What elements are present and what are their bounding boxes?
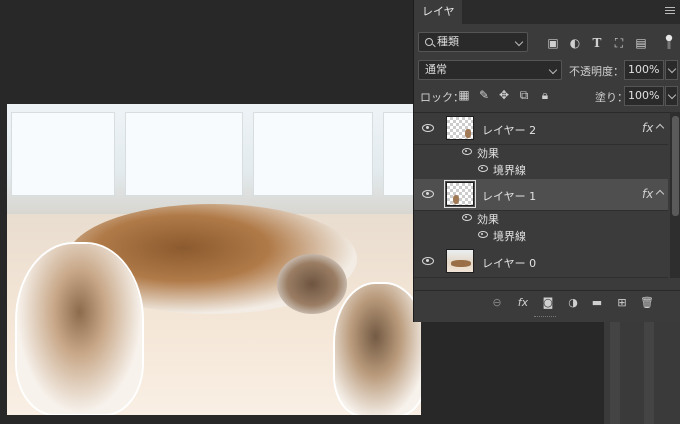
layers-scrollbar[interactable] [670, 112, 680, 278]
blend-row: 通常 不透明度： 100% [414, 60, 680, 82]
link-layers-icon[interactable]: ⊖ [490, 296, 504, 310]
layers-panel: レイヤー 種類 ▣ ◐ T ⛶ ▤ 通常 不透明度： 100% ロック： ▦ ✎… [413, 0, 680, 322]
effect-eye-icon[interactable] [478, 231, 488, 238]
visibility-eye-icon[interactable] [422, 190, 434, 198]
fill-slider-toggle[interactable] [665, 86, 678, 106]
opacity-slider-toggle[interactable] [665, 60, 678, 80]
layers-list: レイヤー 2 fx 効果 境界線 レイヤー 1 fx 効果 境界線 レイヤー 0 [414, 112, 680, 278]
layer-name[interactable]: レイヤー 1 [482, 188, 536, 204]
lock-artboard-icon[interactable]: ⧉ [517, 88, 531, 102]
filter-kind-label: 種類 [437, 35, 459, 48]
add-layer-style-icon[interactable]: fx [516, 296, 530, 310]
panel-tab-bar: レイヤー [414, 0, 680, 42]
lock-row: ロック： ▦ ✎ ✥ ⧉ 🔒︎ 塗り： 100% [414, 86, 680, 106]
collapse-chevron-icon[interactable] [655, 189, 665, 199]
image-filter-icon[interactable]: ▣ [546, 36, 560, 50]
new-adjustment-layer-icon[interactable]: ◑ [566, 296, 580, 310]
add-mask-icon[interactable]: ◙ [541, 296, 555, 310]
effects-label: 効果 [477, 147, 499, 160]
chevron-down-icon [514, 37, 524, 47]
panel-footer: ⊖ fx ◙ ◑ ▬ ⊞ 🗑︎ [414, 290, 680, 314]
fx-badge[interactable]: fx [642, 187, 653, 201]
shape-filter-icon[interactable]: ⛶ [612, 36, 626, 50]
delete-layer-icon[interactable]: 🗑︎ [640, 296, 654, 310]
effect-item-row[interactable]: 境界線 [414, 226, 668, 243]
opacity-input[interactable]: 100% [624, 60, 664, 80]
fill-input[interactable]: 100% [624, 86, 664, 106]
lock-transparent-icon[interactable]: ▦ [457, 88, 471, 102]
smart-object-filter-icon[interactable]: ▤ [634, 36, 648, 50]
collapse-chevron-icon[interactable] [655, 123, 665, 133]
type-filter-icon[interactable]: T [590, 36, 604, 50]
opacity-label: 不透明度： [569, 65, 624, 78]
new-group-icon[interactable]: ▬ [590, 296, 604, 310]
effects-label: 効果 [477, 213, 499, 226]
layer-row[interactable]: レイヤー 1 fx [414, 179, 668, 211]
effects-eye-icon[interactable] [462, 214, 472, 221]
layer-name[interactable]: レイヤー 0 [482, 255, 536, 271]
hamburger-icon[interactable] [665, 7, 675, 15]
canvas-image[interactable] [7, 104, 421, 415]
filter-toggle-icon[interactable] [662, 34, 676, 49]
window-background [7, 104, 421, 214]
effect-item-row[interactable]: 境界線 [414, 160, 668, 177]
effects-row[interactable]: 効果 [414, 143, 668, 160]
lock-position-icon[interactable]: ✥ [497, 88, 511, 102]
search-icon [425, 38, 433, 46]
blend-mode-select[interactable]: 通常 [418, 60, 562, 80]
tab-layers[interactable]: レイヤー [414, 0, 462, 42]
new-layer-icon[interactable]: ⊞ [615, 296, 629, 310]
effects-eye-icon[interactable] [462, 148, 472, 155]
filter-row: 種類 ▣ ◐ T ⛶ ▤ [414, 32, 680, 54]
visibility-eye-icon[interactable] [422, 124, 434, 132]
background-ui-strip [604, 320, 680, 424]
layer-name[interactable]: レイヤー 2 [482, 122, 536, 138]
effects-row[interactable]: 効果 [414, 209, 668, 226]
layer-thumbnail [446, 249, 474, 273]
scrollbar-thumb[interactable] [672, 116, 679, 216]
fx-badge[interactable]: fx [642, 121, 653, 135]
layer-row[interactable]: レイヤー 2 fx [414, 113, 668, 145]
filter-kind-select[interactable]: 種類 [418, 32, 528, 52]
cat-copy-right [335, 284, 421, 415]
effect-item-label: 境界線 [493, 164, 526, 177]
blend-mode-value: 通常 [425, 63, 447, 76]
lock-all-icon[interactable]: 🔒︎ [538, 88, 552, 102]
effect-item-label: 境界線 [493, 230, 526, 243]
layer-row[interactable]: レイヤー 0 [414, 246, 668, 278]
chevron-down-icon [548, 65, 558, 75]
effect-eye-icon[interactable] [478, 165, 488, 172]
lock-image-icon[interactable]: ✎ [477, 88, 491, 102]
cat-copy-left [17, 244, 142, 414]
adjustment-filter-icon[interactable]: ◐ [568, 36, 582, 50]
layer-thumbnail [444, 180, 476, 208]
panel-resize-grip[interactable] [534, 316, 556, 319]
layer-thumbnail [446, 116, 474, 140]
visibility-eye-icon[interactable] [422, 257, 434, 265]
